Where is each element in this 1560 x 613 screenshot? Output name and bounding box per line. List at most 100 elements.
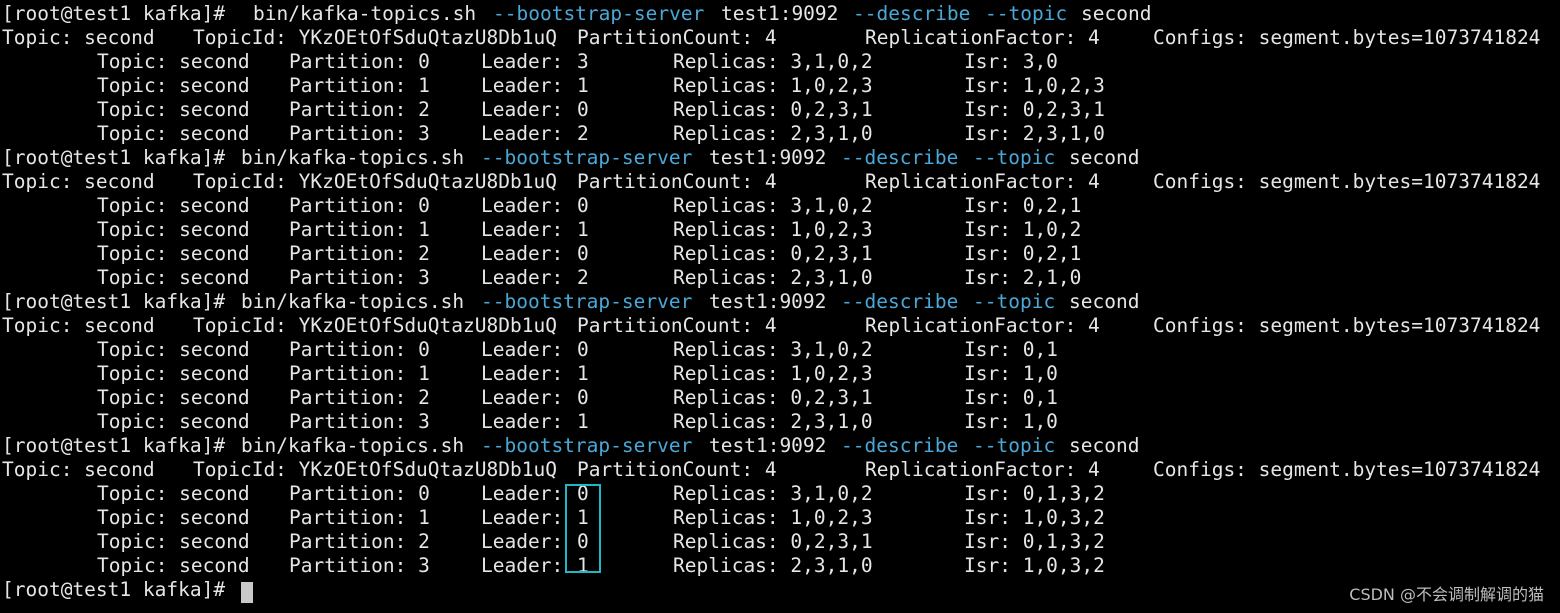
leader-label: Leader: — [481, 410, 564, 433]
leader-value: 0 — [577, 338, 589, 361]
replicas-list: Replicas: 0,2,3,1 — [673, 242, 873, 265]
leader-label: Leader: — [481, 482, 564, 505]
partition-id: Partition: 3 — [289, 266, 430, 289]
replicas-list: Replicas: 2,3,1,0 — [673, 266, 873, 289]
leader-value: 1 — [577, 410, 589, 433]
leader-label: Leader: — [481, 242, 564, 265]
option-bootstrap-server: --bootstrap-server — [481, 434, 693, 457]
replicas-list: Replicas: 0,2,3,1 — [673, 98, 873, 121]
option-bootstrap-server: --bootstrap-server — [481, 146, 693, 169]
leader-label: Leader: — [481, 362, 564, 385]
partition-id: Partition: 0 — [289, 194, 430, 217]
summary-partition-count: PartitionCount: 4 — [577, 170, 777, 193]
leader-label: Leader: — [481, 338, 564, 361]
replicas-list: Replicas: 3,1,0,2 — [673, 194, 873, 217]
option-bootstrap-server: --bootstrap-server — [493, 2, 705, 25]
shell-prompt: [root@test1 kafka]# — [2, 578, 226, 601]
shell-prompt: [root@test1 kafka]# — [2, 146, 226, 169]
topic-arg: second — [1069, 290, 1140, 313]
server-arg: test1:9092 — [709, 434, 827, 457]
partition-topic: Topic: second — [97, 50, 250, 73]
partition-id: Partition: 0 — [289, 482, 430, 505]
summary-replication-factor: ReplicationFactor: 4 — [865, 26, 1100, 49]
leader-label: Leader: — [481, 122, 564, 145]
option-describe: --describe — [841, 146, 959, 169]
summary-topic-id: TopicId: YKzOEtOfSduQtazU8Db1uQ — [193, 458, 557, 481]
topic-arg: second — [1069, 146, 1140, 169]
replicas-list: Replicas: 3,1,0,2 — [673, 50, 873, 73]
isr-list: Isr: 0,1,3,2 — [964, 482, 1105, 505]
shell-prompt: [root@test1 kafka]# — [2, 434, 226, 457]
option-topic: --topic — [985, 2, 1068, 25]
replicas-list: Replicas: 1,0,2,3 — [673, 74, 873, 97]
leader-value: 1 — [577, 218, 589, 241]
summary-replication-factor: ReplicationFactor: 4 — [865, 458, 1100, 481]
text-cursor — [241, 582, 253, 603]
leader-value: 0 — [577, 194, 589, 217]
option-describe: --describe — [853, 2, 971, 25]
command-script: bin/kafka-topics.sh — [253, 2, 477, 25]
shell-prompt: [root@test1 kafka]# — [2, 290, 226, 313]
command-script: bin/kafka-topics.sh — [241, 290, 465, 313]
topic-arg: second — [1069, 434, 1140, 457]
leader-label: Leader: — [481, 98, 564, 121]
isr-list: Isr: 0,1,3,2 — [964, 530, 1105, 553]
partition-topic: Topic: second — [97, 98, 250, 121]
leader-label: Leader: — [481, 530, 564, 553]
partition-topic: Topic: second — [97, 194, 250, 217]
isr-list: Isr: 0,2,3,1 — [964, 98, 1105, 121]
leader-value: 2 — [577, 122, 589, 145]
summary-configs: Configs: segment.bytes=1073741824 — [1153, 26, 1541, 49]
option-topic: --topic — [973, 146, 1056, 169]
replicas-list: Replicas: 2,3,1,0 — [673, 554, 873, 577]
partition-topic: Topic: second — [97, 530, 250, 553]
isr-list: Isr: 0,2,1 — [964, 194, 1082, 217]
partition-id: Partition: 0 — [289, 50, 430, 73]
summary-replication-factor: ReplicationFactor: 4 — [865, 314, 1100, 337]
isr-list: Isr: 0,1 — [964, 338, 1058, 361]
partition-topic: Topic: second — [97, 362, 250, 385]
summary-topic: Topic: second — [2, 170, 155, 193]
partition-id: Partition: 1 — [289, 506, 430, 529]
partition-id: Partition: 1 — [289, 218, 430, 241]
replicas-list: Replicas: 2,3,1,0 — [673, 410, 873, 433]
isr-list: Isr: 0,2,1 — [964, 242, 1082, 265]
leader-value: 0 — [577, 386, 589, 409]
leader-highlight-box — [565, 484, 601, 573]
option-bootstrap-server: --bootstrap-server — [481, 290, 693, 313]
server-arg: test1:9092 — [721, 2, 839, 25]
shell-prompt: [root@test1 kafka]# — [2, 2, 226, 25]
leader-value: 2 — [577, 266, 589, 289]
partition-topic: Topic: second — [97, 122, 250, 145]
command-script: bin/kafka-topics.sh — [241, 434, 465, 457]
topic-arg: second — [1081, 2, 1152, 25]
replicas-list: Replicas: 0,2,3,1 — [673, 386, 873, 409]
summary-topic: Topic: second — [2, 314, 155, 337]
option-describe: --describe — [841, 290, 959, 313]
isr-list: Isr: 1,0,3,2 — [964, 506, 1105, 529]
partition-id: Partition: 3 — [289, 554, 430, 577]
option-topic: --topic — [973, 290, 1056, 313]
partition-topic: Topic: second — [97, 482, 250, 505]
terminal-window[interactable]: [root@test1 kafka]# bin/kafka-topics.sh --… — [0, 0, 1560, 613]
isr-list: Isr: 1,0,3,2 — [964, 554, 1105, 577]
server-arg: test1:9092 — [709, 146, 827, 169]
isr-list: Isr: 3,0 — [964, 50, 1058, 73]
summary-topic: Topic: second — [2, 26, 155, 49]
summary-topic-id: TopicId: YKzOEtOfSduQtazU8Db1uQ — [193, 170, 557, 193]
partition-id: Partition: 1 — [289, 362, 430, 385]
server-arg: test1:9092 — [709, 290, 827, 313]
leader-label: Leader: — [481, 506, 564, 529]
replicas-list: Replicas: 0,2,3,1 — [673, 530, 873, 553]
partition-topic: Topic: second — [97, 218, 250, 241]
partition-id: Partition: 3 — [289, 122, 430, 145]
partition-id: Partition: 3 — [289, 410, 430, 433]
leader-label: Leader: — [481, 74, 564, 97]
partition-topic: Topic: second — [97, 74, 250, 97]
replicas-list: Replicas: 1,0,2,3 — [673, 506, 873, 529]
leader-value: 1 — [577, 362, 589, 385]
replicas-list: Replicas: 1,0,2,3 — [673, 362, 873, 385]
replicas-list: Replicas: 3,1,0,2 — [673, 338, 873, 361]
summary-partition-count: PartitionCount: 4 — [577, 26, 777, 49]
summary-topic-id: TopicId: YKzOEtOfSduQtazU8Db1uQ — [193, 314, 557, 337]
